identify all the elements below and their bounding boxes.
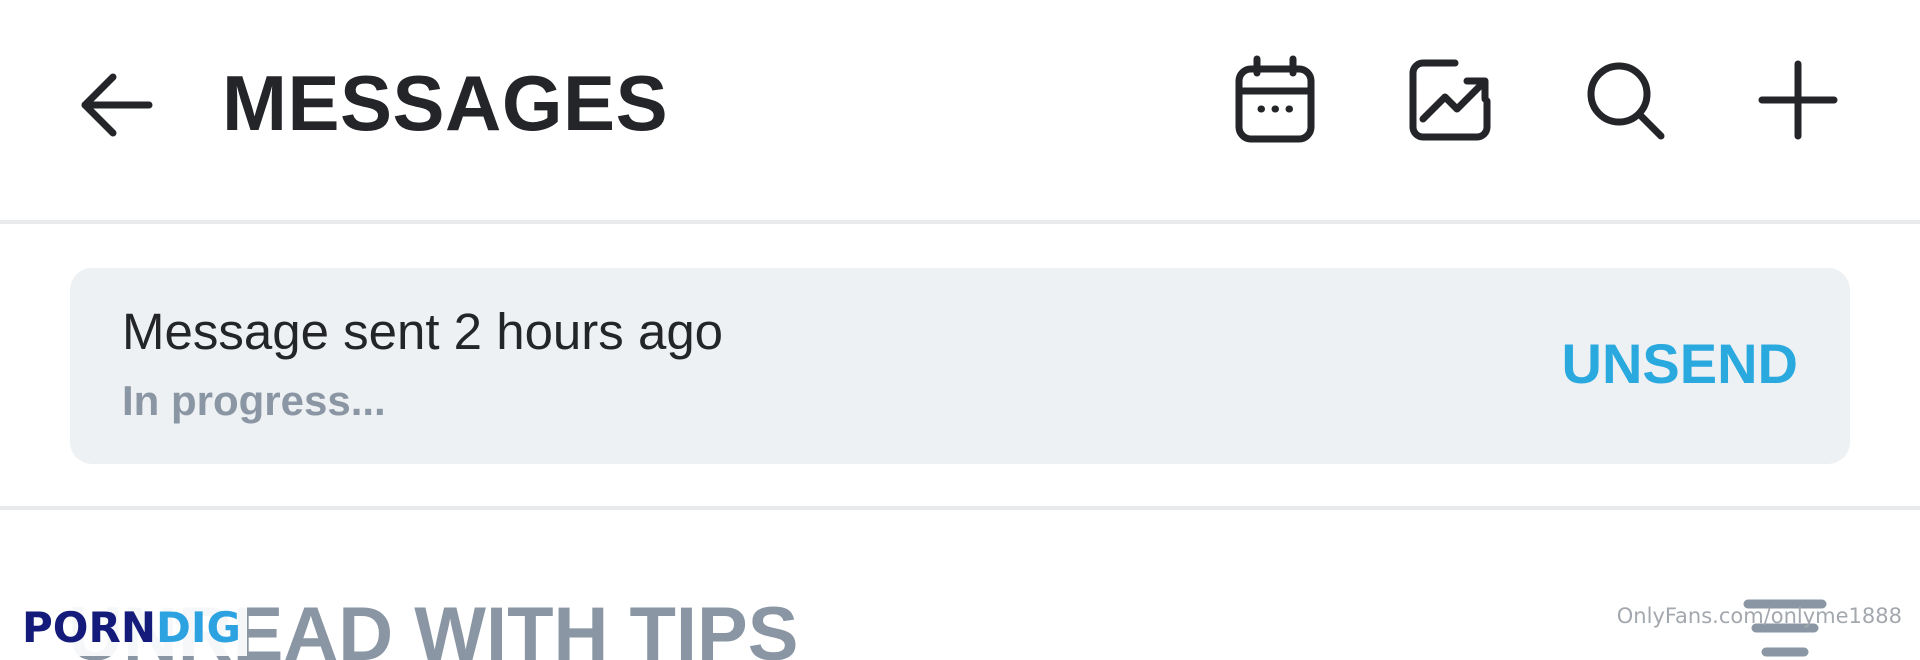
search-button[interactable] [1580, 55, 1670, 145]
new-message-button[interactable] [1753, 55, 1843, 145]
arrow-left-icon [81, 73, 153, 137]
sent-message-banner: Message sent 2 hours ago In progress... … [70, 268, 1850, 464]
watermark-logo-part2: DIG [155, 603, 241, 652]
top-bar: MESSAGES [0, 0, 1920, 220]
search-icon [1587, 62, 1665, 140]
chart-icon [1409, 59, 1491, 141]
watermark-logo: PORNDIG [20, 600, 247, 656]
calendar-icon [1235, 55, 1315, 143]
unsend-button[interactable]: UNSEND [1562, 328, 1798, 400]
schedule-button[interactable] [1230, 55, 1320, 145]
header-divider [0, 220, 1920, 224]
plus-icon [1758, 60, 1838, 140]
banner-divider [0, 506, 1920, 510]
watermark-credit: OnlyFans.com/onlyme1888 [1616, 604, 1902, 628]
page-title: MESSAGES [222, 59, 669, 147]
statistics-button[interactable] [1405, 55, 1495, 145]
back-button[interactable] [72, 60, 162, 150]
watermark-logo-part1: PORN [22, 603, 156, 652]
banner-status: In progress... [122, 377, 386, 424]
banner-title: Message sent 2 hours ago [122, 303, 724, 360]
